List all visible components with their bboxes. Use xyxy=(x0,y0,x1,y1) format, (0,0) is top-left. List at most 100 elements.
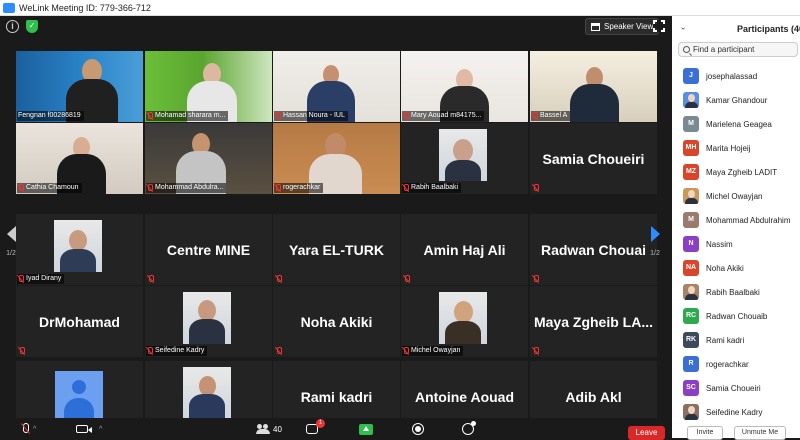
avatar: J xyxy=(683,68,699,84)
speaker-view-button[interactable]: Speaker View xyxy=(585,18,660,35)
participant-name: Bassel A xyxy=(540,112,568,119)
prev-page-button[interactable]: 1/2 xyxy=(4,226,18,257)
video-button[interactable]: ^ xyxy=(76,421,102,437)
participant-list-name: rogerachkar xyxy=(706,359,749,369)
participant-list-item[interactable]: Rabih Baalbaki xyxy=(672,280,800,304)
participant-tile[interactable]: Fengnan f00286819 xyxy=(16,51,143,122)
participant-list-item[interactable]: MH Marita Hojeij xyxy=(672,136,800,160)
view-grid-icon xyxy=(591,22,600,31)
participant-list-item[interactable]: NA Noha Akiki xyxy=(672,256,800,280)
mic-muted-icon xyxy=(18,275,24,283)
participant-name: Rabih Baalbaki xyxy=(411,184,459,191)
mic-muted-icon xyxy=(403,112,409,120)
participant-display-name: Centre MINE xyxy=(166,241,251,258)
participant-tile[interactable]: rogerachkar xyxy=(273,123,400,194)
participant-tile[interactable]: Cathia Chamoun xyxy=(16,123,143,194)
participant-name-label: Mohamad sharara m... xyxy=(146,111,229,121)
participant-list-item[interactable]: Rrogerachkar xyxy=(672,352,800,376)
participant-name-label: Michel Owayjan xyxy=(402,346,464,356)
participant-tile[interactable]: Mohamad sharara m... xyxy=(145,51,272,122)
participant-list-name: Rami kadri xyxy=(706,335,745,345)
mic-muted-icon xyxy=(18,184,24,192)
participants-title: Participants (40) xyxy=(737,24,800,34)
participant-tile[interactable]: Amin Haj Ali xyxy=(401,214,528,285)
participant-tile[interactable]: Radwan Chouai xyxy=(530,214,657,285)
record-button[interactable] xyxy=(412,421,424,437)
mic-muted-icon xyxy=(532,112,538,120)
mic-muted-icon xyxy=(147,184,153,192)
participant-name: Hassan Noura - IUL xyxy=(283,112,345,119)
mute-button[interactable]: ^ xyxy=(20,421,36,437)
profile-photo xyxy=(183,292,231,344)
meeting-toolbar: ^ ^ 40 1 xyxy=(0,418,672,438)
participant-list-item[interactable]: RK Rami kadri xyxy=(672,328,800,352)
avatar: MZ xyxy=(683,164,699,180)
meeting-topbar: i ✓ Speaker View xyxy=(0,16,672,38)
mic-muted-icon xyxy=(533,347,539,355)
participant-list-item[interactable]: Michel Owayjan xyxy=(672,184,800,208)
participants-button[interactable]: 40 xyxy=(256,421,282,437)
speaker-view-label: Speaker View xyxy=(604,22,654,31)
mic-muted-icon xyxy=(275,184,281,192)
participant-list-item[interactable]: M Marielena Geagea xyxy=(672,112,800,136)
participant-list-name: Rabih Baalbaki xyxy=(706,287,760,297)
participant-tile[interactable]: Centre MINE xyxy=(145,214,272,285)
participant-list-item[interactable]: N Nassim xyxy=(672,232,800,256)
participant-list-item[interactable]: MZ Maya Zgheib LADIT xyxy=(672,160,800,184)
profile-photo xyxy=(439,292,487,344)
search-placeholder: Find a participant xyxy=(693,45,755,54)
participant-name: Mary Aouad m84175... xyxy=(411,112,482,119)
participant-name-label: Fengnan f00286819 xyxy=(17,111,84,121)
participant-display-name: Radwan Chouai xyxy=(540,241,646,258)
participant-tile[interactable]: Samia Choueiri xyxy=(530,123,657,194)
fullscreen-icon[interactable] xyxy=(653,20,665,32)
info-icon[interactable]: i xyxy=(6,20,19,33)
chevron-up-icon[interactable]: ^ xyxy=(99,426,102,433)
participant-list-item[interactable]: Jjosephalassad xyxy=(672,64,800,88)
mic-muted-icon xyxy=(276,275,282,283)
chat-button[interactable]: 1 xyxy=(306,419,325,437)
chevron-up-icon[interactable]: ^ xyxy=(33,426,36,433)
participant-tile[interactable]: DrMohamad xyxy=(16,286,143,357)
reactions-button[interactable] xyxy=(462,421,476,437)
chat-icon: 1 xyxy=(306,419,325,434)
participant-display-name: Amin Haj Ali xyxy=(423,241,506,258)
participant-list-item[interactable]: Seifedine Kadry xyxy=(672,400,800,424)
profile-photo xyxy=(439,129,487,181)
participant-name-label: Mohammad Abdulra... xyxy=(146,183,227,193)
participant-list-item[interactable]: Kamar Ghandour xyxy=(672,88,800,112)
participant-list-item[interactable]: M Mohammad Abdulrahim xyxy=(672,208,800,232)
mic-muted-icon xyxy=(533,275,539,283)
arrow-right-icon xyxy=(650,226,660,242)
default-avatar-icon xyxy=(55,371,103,419)
shield-check-icon[interactable]: ✓ xyxy=(26,20,38,33)
mic-muted-icon xyxy=(20,423,30,435)
avatar: MH xyxy=(683,140,699,156)
participant-tile[interactable]: Iyad Dirany xyxy=(16,214,143,285)
share-screen-button[interactable] xyxy=(359,421,373,437)
participant-list-item[interactable]: SC Samia Choueiri xyxy=(672,376,800,400)
participant-tile[interactable]: Yara EL-TURK xyxy=(273,214,400,285)
participants-icon xyxy=(256,424,270,434)
participant-tile[interactable]: Mary Aouad m84175... xyxy=(401,51,528,122)
video-area: i ✓ Speaker View Fengnan f00286819 Mohama… xyxy=(0,16,672,438)
participant-tile[interactable]: Bassel A xyxy=(530,51,657,122)
participant-list-name: Maya Zgheib LADIT xyxy=(706,167,778,177)
participant-tile[interactable]: Michel Owayjan xyxy=(401,286,528,357)
participant-search-input[interactable]: Find a participant xyxy=(678,42,798,57)
chevron-down-icon[interactable]: › xyxy=(679,27,688,30)
participant-tile[interactable]: Maya Zgheib LA... xyxy=(530,286,657,357)
participant-tile[interactable]: Rabih Baalbaki xyxy=(401,123,528,194)
app-logo-icon xyxy=(3,2,15,13)
participant-tile[interactable]: Noha Akiki xyxy=(273,286,400,357)
arrow-left-icon xyxy=(6,226,16,242)
mic-muted-icon xyxy=(276,347,282,355)
participant-tile[interactable]: Hassan Noura - IUL xyxy=(273,51,400,122)
chat-badge: 1 xyxy=(316,419,325,428)
next-page-button[interactable]: 1/2 xyxy=(646,226,664,257)
participants-header: › Participants (40) xyxy=(672,16,800,42)
participant-list-item[interactable]: RC Radwan Chouaib xyxy=(672,304,800,328)
participant-tile[interactable]: Mohammad Abdulra... xyxy=(145,123,272,194)
participant-tile[interactable]: Seifedine Kadry xyxy=(145,286,272,357)
avatar: RK xyxy=(683,332,699,348)
